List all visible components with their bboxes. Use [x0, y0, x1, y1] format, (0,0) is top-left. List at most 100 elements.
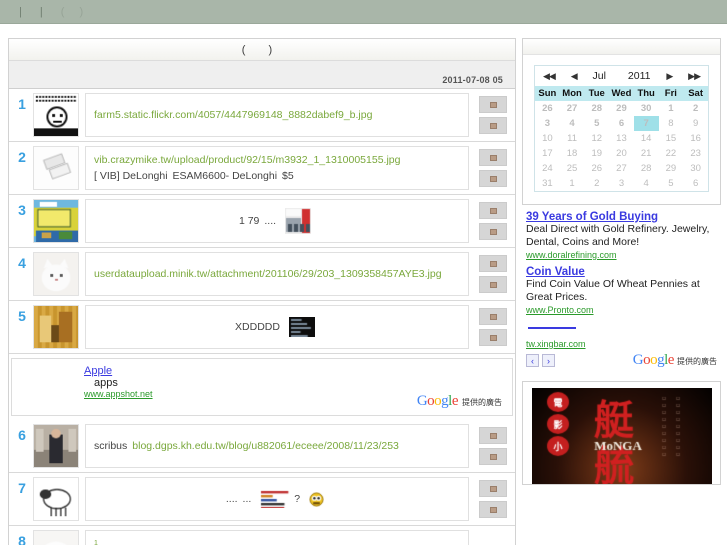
calendar-day-selected[interactable]: 7 — [634, 116, 659, 131]
calendar-day[interactable]: 30 — [683, 161, 708, 176]
row-link[interactable]: userdataupload.minik.tw/attachment/20110… — [94, 267, 442, 282]
row-action-button-2[interactable] — [479, 276, 507, 293]
sidebar-third-ad-url[interactable]: tw.xingbar.com — [526, 339, 717, 349]
sidebar-ad-title[interactable]: Coin Value — [526, 266, 717, 278]
google-ads-attribution-text: 提供的廣告 — [677, 357, 717, 366]
row-action-button-1[interactable] — [479, 96, 507, 113]
sidebar-ad-url[interactable]: www.Pronto.com — [526, 305, 717, 315]
calendar[interactable]: ◀◀ ◀ Jul 2011 ▶ ▶▶ Sun Mon Tue Wed Thu Fri Sat… — [534, 65, 709, 192]
row-thumbnail[interactable] — [33, 477, 79, 521]
sidebar-ad-title[interactable]: 39 Years of Gold Buying — [526, 211, 717, 223]
table-row[interactable]: 6 scribus blog.dgps.kh.edu.tw/blog/u882061… — [9, 420, 515, 473]
sidebar-ad-url[interactable]: www.doralrefining.com — [526, 250, 717, 260]
sidebar-ad[interactable]: 39 Years of Gold Buying Deal Direct with … — [522, 205, 721, 260]
calendar-day[interactable]: 11 — [560, 131, 585, 146]
row-action-button-2[interactable] — [479, 448, 507, 465]
calendar-day[interactable]: 13 — [609, 131, 634, 146]
row-action-button-1[interactable] — [479, 308, 507, 325]
row-number: 4 — [11, 252, 33, 296]
calendar-last-year-icon[interactable]: ▶▶ — [688, 71, 700, 82]
row-link[interactable]: vib.crazymike.tw/upload/product/92/15/m3… — [94, 153, 400, 168]
calendar-day[interactable]: 16 — [683, 131, 708, 146]
calendar-day[interactable]: 30 — [634, 101, 659, 116]
row-action-button-2[interactable] — [479, 501, 507, 518]
calendar-day[interactable]: 18 — [560, 146, 585, 161]
calendar-day[interactable]: 5 — [584, 116, 609, 131]
sidebar-ad[interactable]: Coin Value Find Coin Value Of Wheat Penni… — [522, 260, 721, 315]
ad-prev-icon[interactable]: ‹ — [526, 354, 539, 367]
row-content: vib.crazymike.tw/upload/product/92/15/m3… — [85, 146, 469, 190]
calendar-day[interactable]: 19 — [584, 146, 609, 161]
ad-next-icon[interactable]: › — [542, 354, 555, 367]
row-text: .... — [264, 214, 276, 229]
calendar-day[interactable]: 28 — [634, 161, 659, 176]
calendar-day[interactable]: 29 — [659, 161, 684, 176]
calendar-day[interactable]: 14 — [634, 131, 659, 146]
calendar-day[interactable]: 20 — [609, 146, 634, 161]
row-action-button-1[interactable] — [479, 202, 507, 219]
calendar-day[interactable]: 3 — [535, 116, 560, 131]
calendar-day[interactable]: 31 — [535, 176, 560, 191]
calendar-day[interactable]: 2 — [683, 101, 708, 116]
table-row[interactable]: 8 1xylker.com/images/funny/2010/11/95a921… — [9, 526, 515, 545]
row-action-button-1[interactable] — [479, 427, 507, 444]
calendar-day[interactable]: 4 — [634, 176, 659, 191]
table-row[interactable]: 4 userdataupload.minik.tw/attachment/2011… — [9, 248, 515, 301]
calendar-day[interactable]: 15 — [659, 131, 684, 146]
calendar-day[interactable]: 25 — [560, 161, 585, 176]
row-link[interactable]: farm5.static.flickr.com/4057/4447969148_… — [94, 108, 372, 123]
table-row[interactable]: 7.......? — [9, 473, 515, 526]
calendar-day[interactable]: 4 — [560, 116, 585, 131]
calendar-prev-month-icon[interactable]: ◀ — [571, 71, 577, 82]
calendar-day[interactable]: 21 — [634, 146, 659, 161]
calendar-day[interactable]: 5 — [659, 176, 684, 191]
calendar-day[interactable]: 26 — [535, 101, 560, 116]
calendar-weekday-mon: Mon — [560, 86, 585, 101]
calendar-day[interactable]: 12 — [584, 131, 609, 146]
broken-image-icon — [490, 102, 497, 108]
row-action-button-1[interactable] — [479, 255, 507, 272]
row-thumbnail[interactable] — [33, 305, 79, 349]
row-thumbnail[interactable] — [33, 146, 79, 190]
row-link[interactable]: blog.dgps.kh.edu.tw/blog/u882061/eceee/2… — [132, 439, 399, 454]
calendar-first-year-icon[interactable]: ◀◀ — [543, 71, 555, 82]
inline-google-ad[interactable]: Apple apps www.appshot.net Google 提供的廣告 — [11, 358, 513, 416]
table-row[interactable]: 2 vib.crazymike.tw/upload/product/92/15/m… — [9, 142, 515, 195]
row-thumbnail[interactable] — [33, 530, 79, 545]
calendar-day[interactable]: 2 — [584, 176, 609, 191]
calendar-day[interactable]: 29 — [609, 101, 634, 116]
calendar-next-month-icon[interactable]: ▶ — [666, 71, 672, 82]
row-thumbnail[interactable] — [33, 93, 79, 137]
calendar-day[interactable]: 27 — [609, 161, 634, 176]
calendar-day[interactable]: 6 — [609, 116, 634, 131]
movie-banner-ad[interactable] — [522, 381, 721, 485]
row-action-button-2[interactable] — [479, 329, 507, 346]
calendar-day[interactable]: 1 — [560, 176, 585, 191]
calendar-day[interactable]: 9 — [683, 116, 708, 131]
row-action-button-1[interactable] — [479, 480, 507, 497]
row-action-button-2[interactable] — [479, 170, 507, 187]
calendar-day[interactable]: 10 — [535, 131, 560, 146]
row-action-button-1[interactable] — [479, 149, 507, 166]
calendar-day[interactable]: 8 — [659, 116, 684, 131]
calendar-day[interactable]: 1 — [659, 101, 684, 116]
calendar-day[interactable]: 6 — [683, 176, 708, 191]
calendar-day[interactable]: 22 — [659, 146, 684, 161]
calendar-day[interactable]: 26 — [584, 161, 609, 176]
inline-ad-title[interactable]: Apple — [84, 365, 112, 377]
row-thumbnail[interactable] — [33, 199, 79, 243]
row-action-button-2[interactable] — [479, 117, 507, 134]
row-thumbnail[interactable] — [33, 424, 79, 468]
table-row[interactable]: 1 farm5.static.flickr.com/4057/4447969148… — [9, 89, 515, 142]
calendar-day[interactable]: 28 — [584, 101, 609, 116]
table-row[interactable]: 5 XDDDDD — [9, 301, 515, 354]
calendar-day[interactable]: 24 — [535, 161, 560, 176]
calendar-day[interactable]: 27 — [560, 101, 585, 116]
calendar-day[interactable]: 17 — [535, 146, 560, 161]
row-thumbnail[interactable] — [33, 252, 79, 296]
calendar-day[interactable]: 23 — [683, 146, 708, 161]
table-row[interactable]: 3 1 79.... — [9, 195, 515, 248]
row-action-button-2[interactable] — [479, 223, 507, 240]
golden-interior-thumbnail — [34, 306, 78, 348]
calendar-day[interactable]: 3 — [609, 176, 634, 191]
